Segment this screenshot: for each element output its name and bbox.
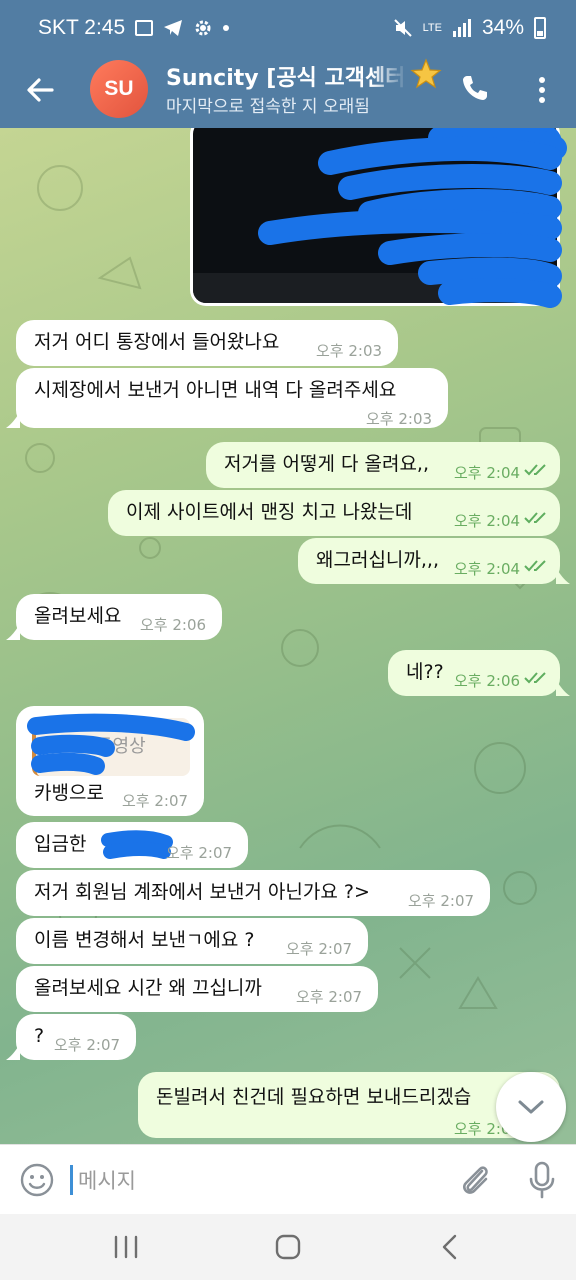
message-bubble-incoming[interactable]: 저거 어디 통장에서 들어왔나요 오후 2:03 [16,320,398,366]
emoji-icon[interactable] [20,1163,54,1197]
redaction-scribble [258,128,567,308]
nav-recent-icon[interactable] [112,1234,140,1260]
signal-icon [452,19,471,37]
scroll-to-bottom-button[interactable] [496,1072,566,1142]
message-time: 오후 2:04 [454,512,521,530]
telegram-icon [164,20,183,36]
settings-icon [195,20,211,36]
status-time: SKT 2:45 [38,16,126,39]
mute-icon [393,19,412,37]
nav-back-icon[interactable] [440,1234,460,1260]
battery-percent: 34% [481,16,524,39]
message-bubble-outgoing[interactable]: 이제 사이트에서 맨징 치고 나왔는데 오후 2:04 [108,490,560,536]
gallery-icon [135,20,154,36]
message-time: 오후 2:06 [140,616,207,634]
message-bubble-incoming[interactable]: 저거 회원님 계좌에서 보낸거 아닌가요 ?> 오후 2:07 [16,870,490,916]
double-check-icon [524,512,546,524]
battery-icon [534,17,546,39]
double-check-icon [524,672,546,684]
message-text: 이제 사이트에서 맨징 치고 나왔는데 [126,501,413,523]
message-time: 오후 2:07 [54,1036,121,1054]
chat-title[interactable]: Suncity [공식 고객센터 [166,60,408,90]
phone-icon[interactable] [459,72,491,104]
star-icon [410,58,442,89]
message-text: 카뱅으로 [34,782,104,804]
message-bubble-incoming[interactable]: 시제장에서 보낸거 아니면 내역 다 올려주세요 오후 2:03 [16,368,448,428]
message-text: 저거를 어떻게 다 올려요,, [224,453,429,475]
message-input-bar: 메시지 [0,1144,576,1214]
message-bubble-outgoing[interactable]: 왜그러십니까,,, 오후 2:04 [298,538,560,584]
chat-area[interactable]: 저거 어디 통장에서 들어왔나요 오후 2:03 시제장에서 보낸거 아니면 내… [0,128,576,1144]
message-time: 오후 2:06 [454,672,521,690]
media-image[interactable] [190,128,567,308]
message-time: 오후 2:03 [316,342,383,360]
message-text: 네?? [406,661,444,683]
message-bubble-outgoing[interactable]: 네?? 오후 2:06 [388,650,560,696]
mic-icon[interactable] [527,1161,557,1199]
message-time: 오후 2:04 [454,464,521,482]
message-bubble-incoming[interactable]: 입금한 오후 2:07 [16,822,248,868]
message-bubble-incoming[interactable]: ? 오후 2:07 [16,1014,136,1060]
double-check-icon [524,560,546,572]
message-text: 저거 회원님 계좌에서 보낸거 아닌가요 ?> [34,881,370,903]
message-time: 오후 2:07 [408,892,475,910]
system-nav-bar [0,1214,576,1280]
message-bubble-outgoing[interactable]: 저거를 어떻게 다 올려요,, 오후 2:04 [206,442,560,488]
chat-header: SU Suncity [공식 고객센터 마지막으로 접속한 지 오래됨 [0,56,576,128]
text-caret [70,1165,73,1195]
status-left: SKT 2:45 [38,16,230,40]
status-right: LTE 34% [393,16,546,40]
more-vert-icon[interactable] [530,72,554,108]
avatar[interactable]: SU [90,60,148,118]
message-text: 입금한 [34,833,87,855]
message-time: 오후 2:03 [366,410,433,428]
message-bubble-incoming[interactable]: 동영상 카뱅으로 오후 2:07 [16,706,204,816]
message-time: 오후 2:07 [166,844,233,862]
chat-subtitle: 마지막으로 접속한 지 오래됨 [166,97,370,117]
message-text: 올려보세요 시간 왜 끄십니까 [34,977,262,999]
message-text: 시제장에서 보낸거 아니면 내역 다 올려주세요 [34,379,397,401]
message-time: 오후 2:04 [454,560,521,578]
notification-dot-icon [223,25,230,31]
message-time: 오후 2:07 [122,792,189,810]
redaction-scribble [27,713,195,775]
message-text: 저거 어디 통장에서 들어왔나요 [34,331,280,353]
chevron-down-icon [518,1100,544,1114]
attach-icon[interactable] [458,1161,492,1199]
message-text: 돈빌려서 친건데 필요하면 보내드리겠습 [156,1086,472,1108]
message-text: 올려보세요 [34,605,122,627]
nav-home-icon[interactable] [275,1234,301,1260]
message-time: 오후 2:07 [296,988,363,1006]
message-bubble-incoming[interactable]: 올려보세요 오후 2:06 [16,594,222,640]
status-bar: SKT 2:45 LTE 34% [0,0,576,56]
message-bubble-incoming[interactable]: 이름 변경해서 보낸ㄱ에요 ? 오후 2:07 [16,918,368,964]
message-text: 이름 변경해서 보낸ㄱ에요 ? [34,929,255,951]
double-check-icon [524,464,546,476]
message-text: ? [34,1025,45,1047]
message-bubble-incoming[interactable]: 올려보세요 시간 왜 끄십니까 오후 2:07 [16,966,378,1012]
message-text: 왜그러십니까,,, [316,549,439,571]
message-time: 오후 2:07 [286,940,353,958]
back-arrow-icon[interactable] [22,72,58,108]
network-type: LTE [422,21,442,34]
redaction-scribble [101,830,173,859]
message-input[interactable]: 메시지 [78,1165,136,1195]
